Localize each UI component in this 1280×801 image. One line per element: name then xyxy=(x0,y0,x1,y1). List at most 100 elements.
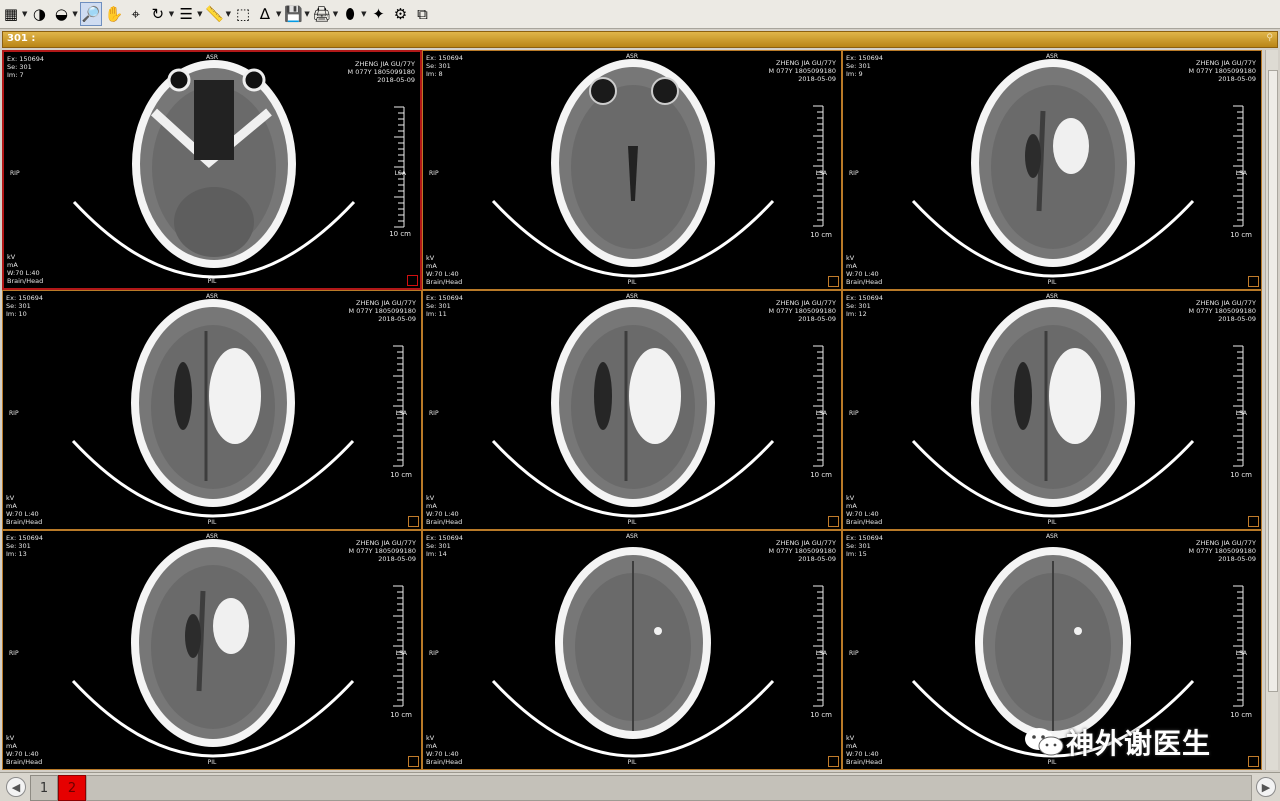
study-info: Ex: 150694 Se: 301 Im: 15 xyxy=(846,534,883,558)
dropdown-arrow-icon[interactable]: ▼ xyxy=(197,10,202,18)
viewport-6[interactable]: Ex: 150694 Se: 301 Im: 12 ZHENG JIA GU/77Y M… xyxy=(842,290,1262,530)
orientation-left: RIP xyxy=(849,650,859,657)
viewport-7[interactable]: Ex: 150694 Se: 301 Im: 13 ZHENG JIA GU/77Y M… xyxy=(2,530,422,770)
prev-page-button[interactable]: ◀ xyxy=(6,777,26,797)
dropdown-arrow-icon[interactable]: ▼ xyxy=(22,10,27,18)
viewport-4[interactable]: Ex: 150694 Se: 301 Im: 10 ZHENG JIA GU/77Y M… xyxy=(2,290,422,530)
patient-info-patient: ZHENG JIA GU/77Y xyxy=(356,539,416,547)
orientation-right: LSA xyxy=(815,410,827,417)
invert-icon: ◒ xyxy=(54,4,68,23)
scale-label: 10 cm xyxy=(1230,471,1252,479)
acquisition-info-proto: Brain/Head xyxy=(426,758,463,766)
orientation-left: RIP xyxy=(9,410,19,417)
orientation-bottom: PIL xyxy=(207,759,217,766)
viewport-corner-handle[interactable] xyxy=(828,516,839,527)
ruler-tool[interactable]: 📏 ▼ xyxy=(205,3,231,25)
study-info-ex: Ex: 150694 xyxy=(846,294,884,302)
viewport-1[interactable]: Ex: 150694 Se: 301 Im: 7 ZHENG JIA GU/77Y M … xyxy=(2,50,422,290)
acquisition-info: kV mA W:70 L:40 Brain/Head xyxy=(6,734,42,766)
orientation-bottom: PIL xyxy=(207,278,217,285)
acquisition-info: kV mA W:70 L:40 Brain/Head xyxy=(426,494,462,526)
dropdown-arrow-icon[interactable]: ▼ xyxy=(333,10,338,18)
ruler-icon: 📏 xyxy=(205,4,224,23)
viewport-corner-handle[interactable] xyxy=(408,516,419,527)
patient-info: ZHENG JIA GU/77Y M 077Y 1805099180 2018-05… xyxy=(769,539,836,563)
print-tool[interactable]: 🖨 ▼ xyxy=(312,3,338,25)
save-tool[interactable]: 💾 ▼ xyxy=(283,3,310,25)
scale-label: 10 cm xyxy=(390,471,412,479)
study-info: Ex: 150694 Se: 301 Im: 7 xyxy=(7,55,44,79)
invert-tool[interactable]: ◒ ▼ xyxy=(51,3,78,25)
study-info-se: Se: 301 xyxy=(426,302,451,310)
orientation-top: ASR xyxy=(1045,533,1059,540)
patient-info: ZHENG JIA GU/77Y M 077Y 1805099180 2018-05… xyxy=(349,299,416,323)
next-page-button[interactable]: ▶ xyxy=(1256,777,1276,797)
viewport-corner-handle[interactable] xyxy=(1248,756,1259,767)
dropdown-arrow-icon[interactable]: ▼ xyxy=(276,10,281,18)
orientation-bottom: PIL xyxy=(627,279,637,286)
acquisition-info: kV mA W:70 L:40 Brain/Head xyxy=(846,494,882,526)
link-icon[interactable]: ⚲ xyxy=(1266,33,1273,43)
scrollbar-thumb[interactable] xyxy=(1268,70,1278,692)
vertical-scrollbar[interactable] xyxy=(1265,50,1278,770)
dropdown-arrow-icon[interactable]: ▼ xyxy=(361,10,366,18)
viewport-corner-handle[interactable] xyxy=(408,756,419,767)
acquisition-info: kV mA W:70 L:40 Brain/Head xyxy=(846,254,882,286)
viewport-3[interactable]: Ex: 150694 Se: 301 Im: 9 ZHENG JIA GU/77Y M … xyxy=(842,50,1262,290)
patient-info-date: 2018-05-09 xyxy=(798,555,836,563)
acquisition-info-kv: kV xyxy=(6,494,15,502)
viewport-5[interactable]: Ex: 150694 Se: 301 Im: 11 ZHENG JIA GU/77Y M… xyxy=(422,290,842,530)
dropdown-arrow-icon[interactable]: ▼ xyxy=(169,10,174,18)
pan-tool[interactable]: ✋ xyxy=(104,3,124,25)
orientation-left: RIP xyxy=(429,650,439,657)
viewport-corner-handle[interactable] xyxy=(828,756,839,767)
layout-grid-tool[interactable]: ▦ ▼ xyxy=(1,3,27,25)
acquisition-info-wl: W:70 L:40 xyxy=(846,510,879,518)
page-strip xyxy=(86,775,1252,801)
acquisition-info-proto: Brain/Head xyxy=(846,758,883,766)
acquisition-info: kV mA W:70 L:40 Brain/Head xyxy=(7,253,43,285)
page-tab-2[interactable]: 2 xyxy=(58,775,86,801)
study-info: Ex: 150694 Se: 301 Im: 9 xyxy=(846,54,883,78)
layout-grid-icon: ▦ xyxy=(3,4,19,23)
patient-info-id: M 077Y 1805099180 xyxy=(768,67,836,75)
orientation-right: LSA xyxy=(1235,410,1247,417)
rotate-tool[interactable]: ↻ ▼ xyxy=(148,3,174,25)
dropdown-arrow-icon[interactable]: ▼ xyxy=(72,10,77,18)
orientation-top: ASR xyxy=(1045,293,1059,300)
series-title-bar[interactable]: 301 : ⚲ xyxy=(2,31,1278,48)
stack-tool[interactable]: ☰ ▼ xyxy=(176,3,202,25)
study-info: Ex: 150694 Se: 301 Im: 10 xyxy=(6,294,43,318)
reset-tool[interactable]: ✦ xyxy=(369,3,389,25)
viewport-corner-handle[interactable] xyxy=(828,276,839,287)
window-level-tool[interactable]: ◑ xyxy=(29,3,49,25)
study-info: Ex: 150694 Se: 301 Im: 8 xyxy=(426,54,463,78)
acquisition-info-ma: mA xyxy=(846,262,857,270)
dropdown-arrow-icon[interactable]: ▼ xyxy=(304,10,309,18)
viewport-corner-handle[interactable] xyxy=(407,275,418,286)
zoom-icon: 🔎 xyxy=(81,4,101,23)
acquisition-info-proto: Brain/Head xyxy=(6,758,43,766)
brain-3d-tool[interactable]: ⬮ ▼ xyxy=(340,3,366,25)
orientation-bottom: PIL xyxy=(627,759,637,766)
acquisition-info: kV mA W:70 L:40 Brain/Head xyxy=(426,254,462,286)
viewport-2[interactable]: Ex: 150694 Se: 301 Im: 8 ZHENG JIA GU/77Y M … xyxy=(422,50,842,290)
orientation-bottom: PIL xyxy=(627,519,637,526)
viewport-corner-handle[interactable] xyxy=(1248,276,1259,287)
study-info-ex: Ex: 150694 xyxy=(846,54,884,62)
viewport-corner-handle[interactable] xyxy=(1248,516,1259,527)
study-info: Ex: 150694 Se: 301 Im: 11 xyxy=(426,294,463,318)
fullscreen-tool[interactable]: ⧉ xyxy=(413,3,433,25)
fullscreen-icon: ⧉ xyxy=(417,4,428,23)
viewport-8[interactable]: Ex: 150694 Se: 301 Im: 14 ZHENG JIA GU/77Y M… xyxy=(422,530,842,770)
sync-tool[interactable]: ⚙ xyxy=(391,3,411,25)
magnify-icon: ⌖ xyxy=(131,4,140,23)
page-tab-1[interactable]: 1 xyxy=(30,775,58,801)
dropdown-arrow-icon[interactable]: ▼ xyxy=(226,10,231,18)
zoom-tool[interactable]: 🔎 xyxy=(79,2,102,26)
study-info-im: Im: 9 xyxy=(846,70,863,78)
acquisition-info-proto: Brain/Head xyxy=(846,278,883,286)
magnify-tool[interactable]: ⌖ xyxy=(126,3,146,25)
angle-tool[interactable]: ∆ ▼ xyxy=(255,3,281,25)
roi-tool[interactable]: ⬚ xyxy=(233,3,253,25)
